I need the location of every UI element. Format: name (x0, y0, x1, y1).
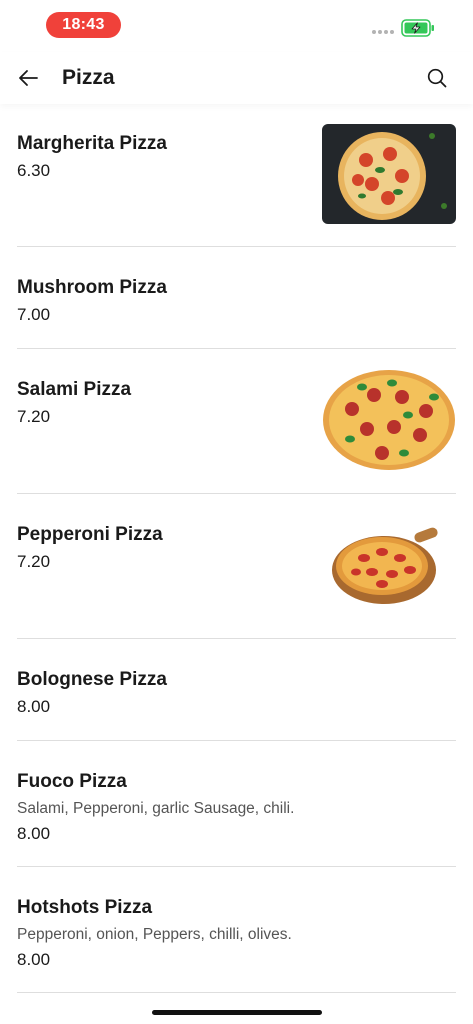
item-price: 7.00 (17, 305, 51, 324)
salami-pizza-photo (322, 369, 456, 471)
item-description: Pepperoni, onion, Peppers, chilli, olive… (17, 926, 292, 943)
item-price: 7.20 (17, 407, 51, 426)
item-name: Fuoco Pizza (17, 771, 127, 792)
app-bar: Pizza (0, 52, 473, 104)
menu-item-mushroom[interactable]: Mushroom Pizza 7.00 (17, 247, 456, 349)
item-name: Bolognese Pizza (17, 669, 167, 690)
back-button[interactable] (14, 64, 42, 92)
search-button[interactable] (423, 64, 451, 92)
menu-item-margherita[interactable]: Margherita Pizza 6.30 (17, 104, 456, 247)
home-indicator[interactable] (152, 1010, 322, 1015)
search-icon (427, 68, 447, 88)
menu-item-pepperoni[interactable]: Pepperoni Pizza 7.20 (17, 494, 456, 639)
menu-list: Margherita Pizza 6.30 Mushroom Pizza 7.0… (0, 104, 473, 993)
item-price: 8.00 (17, 697, 51, 716)
item-description: Salami, Pepperoni, garlic Sausage, chili… (17, 800, 295, 817)
item-price: 8.00 (17, 950, 51, 969)
item-name: Margherita Pizza (17, 133, 167, 154)
signal-icon (372, 30, 394, 34)
item-name: Pepperoni Pizza (17, 524, 163, 545)
item-price: 7.20 (17, 552, 51, 571)
arrow-left-icon (19, 70, 38, 86)
pepperoni-pizza-photo (322, 514, 456, 616)
menu-item-hotshots[interactable]: Hotshots Pizza Pepperoni, onion, Peppers… (17, 867, 456, 993)
margherita-pizza-photo (322, 124, 456, 224)
item-name: Mushroom Pizza (17, 277, 167, 298)
item-name: Salami Pizza (17, 379, 132, 400)
item-price: 8.00 (17, 824, 51, 843)
menu-item-salami[interactable]: Salami Pizza 7.20 (17, 349, 456, 494)
status-bar: 18:43 (0, 0, 473, 50)
battery-charging-icon (401, 19, 434, 37)
status-time: 18:43 (46, 12, 121, 38)
menu-item-bolognese[interactable]: Bolognese Pizza 8.00 (17, 639, 456, 741)
page-title: Pizza (62, 66, 115, 89)
item-price: 6.30 (17, 161, 51, 180)
menu-item-fuoco[interactable]: Fuoco Pizza Salami, Pepperoni, garlic Sa… (17, 741, 456, 867)
item-name: Hotshots Pizza (17, 897, 153, 918)
